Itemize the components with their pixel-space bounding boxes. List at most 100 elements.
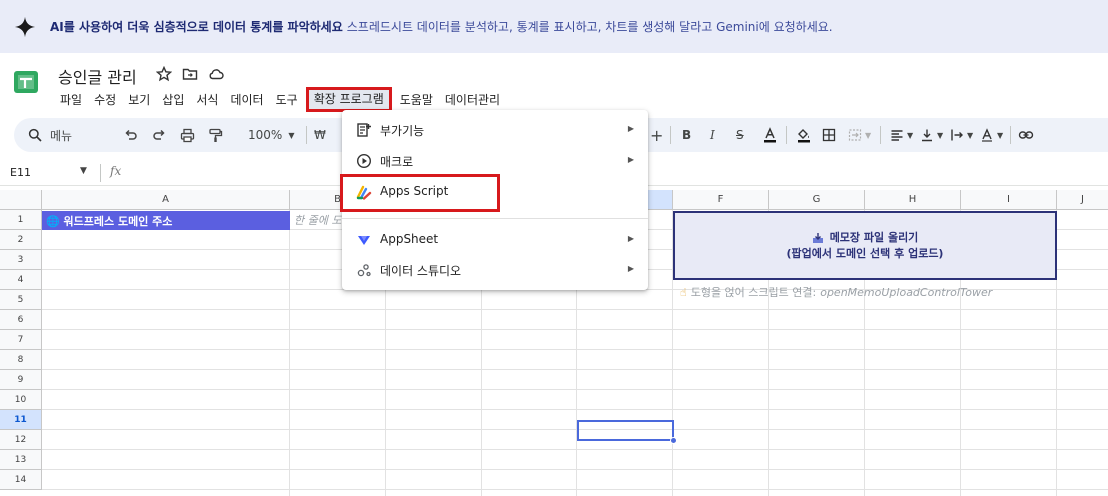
- grid-line: [42, 349, 1108, 350]
- valign-bottom-icon: [922, 129, 932, 142]
- row-header[interactable]: 4: [0, 270, 42, 290]
- row-header[interactable]: 12: [0, 430, 42, 450]
- menu-option-data-studio[interactable]: 데이터 스튜디오 ▶: [342, 254, 648, 284]
- grid-line: [42, 469, 1108, 470]
- menu-format[interactable]: 서식: [192, 89, 222, 110]
- text-rotation-button[interactable]: ▼: [980, 118, 1003, 152]
- menu-help[interactable]: 도움말: [396, 89, 437, 110]
- italic-icon: I: [710, 128, 715, 142]
- italic-button[interactable]: I: [710, 118, 715, 152]
- row-header[interactable]: 5: [0, 290, 42, 310]
- insert-link-button[interactable]: [1018, 118, 1034, 152]
- column-header[interactable]: G: [769, 190, 865, 210]
- toolbar-divider: [1010, 126, 1011, 144]
- borders-icon: [822, 128, 836, 142]
- text-color-button[interactable]: [762, 118, 778, 152]
- cell-b1-placeholder[interactable]: 한 줄에 도: [294, 212, 344, 228]
- menu-data[interactable]: 데이터: [226, 89, 267, 110]
- zoom-select[interactable]: 100% ▼: [248, 118, 294, 152]
- submenu-arrow-icon: ▶: [627, 264, 634, 273]
- upload-memo-button[interactable]: 메모장 파일 올리기 (팝업에서 도메인 선택 후 업로드): [673, 211, 1057, 280]
- borders-button[interactable]: [822, 118, 836, 152]
- fill-handle[interactable]: [670, 437, 677, 444]
- cloud-status-icon[interactable]: [208, 66, 224, 82]
- apps-script-highlight-box: [340, 174, 500, 212]
- menu-search[interactable]: 메뉴: [28, 118, 72, 152]
- grid-line: [42, 369, 1108, 370]
- document-title[interactable]: 승인글 관리: [58, 64, 137, 88]
- bold-icon: B: [682, 128, 692, 142]
- merge-dropdown-icon: ▼: [865, 130, 872, 140]
- menu-option-macros[interactable]: 매크로 ▶: [342, 145, 648, 175]
- move-folder-icon[interactable]: [182, 66, 198, 82]
- grid-line: [42, 489, 1108, 490]
- selected-cell-e11[interactable]: [577, 420, 674, 441]
- star-icon[interactable]: [156, 66, 172, 82]
- column-header[interactable]: J: [1057, 190, 1108, 210]
- text-rotation-icon: [982, 128, 992, 142]
- menu-insert[interactable]: 삽입: [158, 89, 188, 110]
- zoom-value: 100%: [248, 128, 283, 142]
- menu-search-label: 메뉴: [50, 128, 73, 143]
- row-header[interactable]: 14: [0, 470, 42, 490]
- row-header[interactable]: 9: [0, 370, 42, 390]
- menu-tools[interactable]: 도구: [272, 89, 302, 110]
- banner-headline: AI를 사용하여 더욱 심층적으로 데이터 통계를 파악하세요: [50, 20, 343, 34]
- cell-a1-header[interactable]: 🌐 워드프레스 도메인 주소: [42, 211, 290, 230]
- pointing-hand-icon: ☝: [680, 285, 687, 299]
- row-header[interactable]: 2: [0, 230, 42, 250]
- paint-format-button[interactable]: [208, 118, 223, 152]
- row-header[interactable]: 3: [0, 250, 42, 270]
- gemini-banner[interactable]: AI를 사용하여 더욱 심층적으로 데이터 통계를 파악하세요 스프레드시트 데…: [0, 0, 1108, 53]
- name-box-dropdown-icon[interactable]: ▼: [80, 166, 87, 176]
- hint-prefix: 도형을 얹어 스크립트 연결:: [690, 286, 817, 299]
- fill-color-icon: [798, 129, 810, 143]
- menu-edit[interactable]: 수정: [90, 89, 120, 110]
- column-header[interactable]: H: [865, 190, 961, 210]
- merge-cells-button[interactable]: ▼: [848, 118, 871, 152]
- menu-option-addons[interactable]: 부가기능 ▶: [342, 114, 648, 144]
- row-header[interactable]: 1: [0, 210, 42, 230]
- menu-data-management[interactable]: 데이터관리: [441, 89, 504, 110]
- text-color-icon: [764, 127, 776, 143]
- toolbar-divider: [670, 126, 671, 144]
- menu-view[interactable]: 보기: [124, 89, 154, 110]
- vertical-align-button[interactable]: ▼: [920, 118, 943, 152]
- redo-button[interactable]: [152, 118, 166, 152]
- search-icon: [28, 128, 42, 142]
- horizontal-align-button[interactable]: ▼: [890, 118, 913, 152]
- menu-extensions[interactable]: 확장 프로그램: [305, 86, 392, 112]
- row-header[interactable]: 11: [0, 410, 42, 430]
- toolbar-divider: [880, 126, 881, 144]
- gemini-spark-icon: [14, 16, 36, 37]
- submenu-arrow-icon: ▶: [627, 124, 634, 133]
- menu-option-label: 매크로: [380, 155, 414, 169]
- fill-color-button[interactable]: [796, 118, 812, 152]
- row-header[interactable]: 7: [0, 330, 42, 350]
- name-box[interactable]: E11: [10, 166, 31, 179]
- row-header[interactable]: 13: [0, 450, 42, 470]
- text-wrap-button[interactable]: ▼: [950, 118, 973, 152]
- upload-tray-icon: [812, 232, 823, 243]
- menu-option-label: AppSheet: [380, 232, 439, 246]
- bold-button[interactable]: B: [682, 118, 691, 152]
- grid-line: [42, 409, 1108, 410]
- font-size-increase-button[interactable]: +: [650, 118, 663, 152]
- column-header[interactable]: F: [673, 190, 769, 210]
- row-header[interactable]: 10: [0, 390, 42, 410]
- undo-button[interactable]: [124, 118, 138, 152]
- print-button[interactable]: [180, 118, 195, 152]
- addon-icon: [357, 123, 371, 137]
- row-header[interactable]: 6: [0, 310, 42, 330]
- sheets-logo-icon[interactable]: [12, 68, 40, 96]
- strikethrough-button[interactable]: S: [736, 118, 744, 152]
- menu-file[interactable]: 파일: [56, 89, 86, 110]
- currency-format-button[interactable]: ₩: [314, 118, 326, 152]
- column-header[interactable]: A: [42, 190, 290, 210]
- banner-text: 스프레드시트 데이터를 분석하고, 통계를 표시하고, 차트를 생성해 달라고 …: [346, 20, 833, 34]
- menu-option-appsheet[interactable]: AppSheet ▶: [342, 224, 648, 254]
- text-wrap-icon: [951, 129, 963, 141]
- column-header[interactable]: I: [961, 190, 1057, 210]
- row-header[interactable]: 8: [0, 350, 42, 370]
- select-all-corner[interactable]: [0, 190, 42, 210]
